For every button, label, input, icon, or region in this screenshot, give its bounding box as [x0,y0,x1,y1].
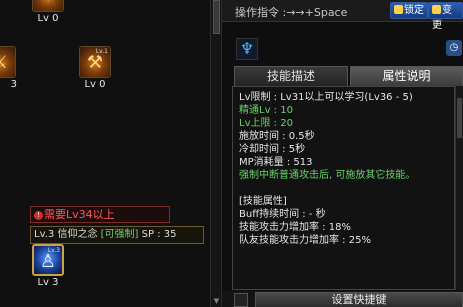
option-checkbox[interactable] [234,293,248,307]
skill-icon: ✦ [32,0,64,12]
lock-button[interactable]: 锁定 [390,2,428,19]
selected-skill-info: Lv.3 信仰之念 [可强制] SP : 35 [30,226,204,244]
scrollbar-thumb[interactable] [457,98,462,138]
skill-emblem-icon: ♆ [236,38,258,60]
level-limit: Lv限制 : Lv31以上可以学习(Lv36 - 5) [239,92,413,103]
skill-slot[interactable]: Lv.1 ⚒ Lv 0 [75,46,115,90]
info-icon[interactable]: ◷ [446,40,462,56]
force-tag: [可强制] [100,229,139,240]
skill-detail-pane: 操作指令 :→→+Space 锁定 变更 ♆ ◷ 技能描述 属性说明 Lv限制 … [222,0,463,307]
skill-slot[interactable]: ✦ Lv 0 [28,0,68,24]
skill-icon: Lv.1 ⚒ [79,46,111,78]
skill-name: 信仰之念 [57,229,98,240]
attribute-scrollbar[interactable] [455,86,463,290]
skill-tree-scrollbar[interactable]: ▼ [210,0,222,307]
cooldown: 冷却时间 : 5秒 [239,144,306,155]
tab-description[interactable]: 技能描述 [234,66,348,86]
section-title: [技能属性] [239,196,287,207]
command-bar: 操作指令 :→→+Space 锁定 变更 [222,0,463,31]
selected-skill-slot[interactable]: Lv.3 ♙ Lv 3 [28,244,68,288]
warning-icon: ! [34,211,43,220]
skill-tree-pane: ✦ Lv 0 ⚔ 3 Lv.1 ⚒ Lv 0 !需要Lv34以上 Lv.3 信仰… [0,0,210,307]
skill-level: 3 [10,79,17,90]
master-level: 精通Lv : 10 [239,105,293,116]
skill-level: Lv 3 [37,277,59,288]
attribute-panel: Lv限制 : Lv31以上可以学习(Lv36 - 5) 精通Lv : 10 Lv… [232,86,455,290]
skill-level: Lv 0 [37,13,59,24]
scrollbar-thumb[interactable] [213,0,220,34]
lock-icon [394,5,403,14]
bottom-bar: 设置快捷键 [222,291,463,307]
change-icon [432,5,441,14]
requirement-text: 需要Lv34以上 [44,208,115,221]
faith-skill-icon: Lv.3 ♙ [32,244,64,276]
requirement-banner: ! 需要Lv34以上 [30,206,170,223]
skill-level-tag: Lv.3 [34,229,55,240]
force-description: 强制中断普通攻击后, 可施放其它技能。 [239,170,416,181]
max-level: Lv上限 : 20 [239,118,293,129]
sp-cost: SP : 35 [141,229,177,240]
skill-icon: ⚔ [0,46,16,78]
scroll-down-icon[interactable]: ▼ [212,297,221,307]
attack-bonus: 技能攻击力增加率 : 18% [239,222,351,233]
skill-level: Lv 0 [84,79,106,90]
set-shortcut-button[interactable]: 设置快捷键 [255,292,463,307]
tab-attributes[interactable]: 属性说明 [350,66,463,86]
command-text: 操作指令 :→→+Space [235,6,348,19]
buff-duration: Buff持续时间 : - 秒 [239,209,326,220]
cast-time: 施放时间 : 0.5秒 [239,131,315,142]
party-bonus: 队友技能攻击力增加率 : 25% [239,235,371,246]
mp-cost: MP消耗量 : 513 [239,157,313,168]
skill-slot[interactable]: ⚔ 3 [0,46,20,90]
change-button[interactable]: 变更 [428,2,463,31]
